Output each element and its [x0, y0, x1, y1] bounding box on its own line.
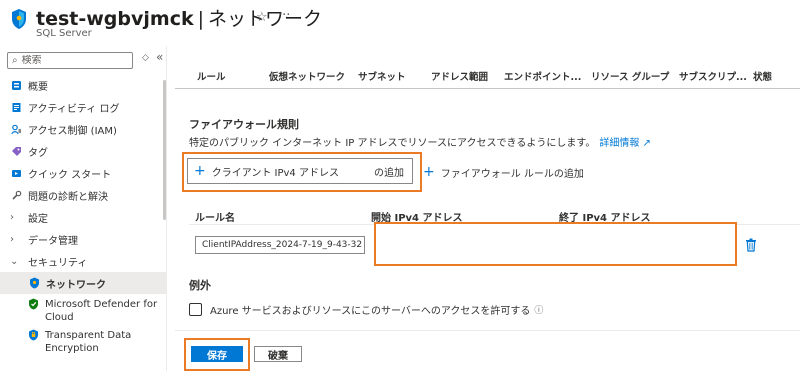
sidebar-item-label: Transparent Data Encryption	[45, 330, 132, 354]
learn-more-label: 詳細情報	[599, 138, 640, 149]
wrench-icon	[10, 189, 22, 201]
sidebar-item-data-management[interactable]: › データ管理	[0, 228, 166, 250]
column-header-resource-group[interactable]: リソース グループ	[591, 69, 669, 83]
filter-toggle-icon[interactable]: ◇	[142, 53, 149, 63]
sidebar-item-label: 設定	[28, 213, 48, 225]
chevron-right-icon: ›	[10, 211, 14, 223]
allow-azure-services-checkbox[interactable]	[189, 303, 202, 316]
column-header-subnet[interactable]: サブネット	[358, 69, 406, 83]
discard-button[interactable]: 破棄	[254, 346, 302, 362]
column-header-rule[interactable]: ルール	[197, 69, 226, 83]
allow-azure-services-row: Azure サービスおよびリソースにこのサーバーへのアクセスを許可する ⓘ	[189, 302, 543, 317]
add-client-ip-button[interactable]: + クライアント IPv4 アドレス の追加	[187, 158, 413, 184]
add-firewall-rule-label: ファイアウォール ルールの追加	[440, 168, 584, 180]
sidebar-item-label: 概要	[28, 81, 48, 93]
sql-server-shield-icon	[12, 9, 26, 29]
info-icon[interactable]: ⓘ	[534, 303, 543, 316]
external-link-icon: ↗	[642, 138, 651, 149]
plus-icon: +	[194, 163, 206, 179]
quickstart-icon	[10, 167, 22, 179]
save-button[interactable]: 保存	[191, 346, 243, 362]
more-options-icon[interactable]: ···	[278, 8, 290, 23]
exceptions-title: 例外	[189, 279, 211, 292]
add-firewall-rule-button[interactable]: + ファイアウォール ルールの追加	[423, 164, 584, 180]
chevron-right-icon: ›	[10, 233, 14, 245]
sidebar-item-security[interactable]: ⌄ セキュリティ	[0, 250, 166, 272]
footer-divider	[175, 330, 800, 331]
sidebar-item-label: ネットワーク	[46, 279, 106, 291]
sidebar-item-quickstart[interactable]: クイック スタート	[0, 162, 166, 184]
resource-name: test-wgbvjmck	[36, 8, 194, 30]
sidebar-divider	[166, 46, 167, 371]
sidebar-item-settings[interactable]: › 設定	[0, 206, 166, 228]
main-content: ルール 仮想ネットワーク サブネット アドレス範囲 エンドポイント... リソー…	[175, 46, 800, 371]
column-header-subscription[interactable]: サブスクリプ...	[679, 69, 747, 83]
learn-more-link[interactable]: 詳細情報 ↗	[599, 138, 651, 149]
plus-icon: +	[423, 164, 435, 180]
page-header: test-wgbvjmck | ネットワーク ☆ ··· SQL Server	[0, 0, 800, 44]
sidebar-nav: 概要 アクティビティ ログ アクセス制御 (IAM) タグ クイック スタート	[0, 74, 166, 356]
rule-name-input[interactable]	[195, 236, 365, 254]
table-divider	[175, 88, 800, 89]
favorite-star-icon[interactable]: ☆	[256, 10, 268, 25]
sidebar-item-label: Microsoft Defender for Cloud	[45, 299, 158, 323]
sidebar-item-defender[interactable]: Microsoft Defender for Cloud	[0, 294, 166, 325]
add-client-ip-suffix: の追加	[374, 167, 404, 179]
search-icon: ⌕	[12, 55, 18, 66]
column-header-rule-name: ルール名	[195, 213, 235, 224]
sidebar-item-label: クイック スタート	[28, 169, 112, 181]
tag-icon	[10, 145, 22, 157]
description-text: 特定のパブリック インターネット IP アドレスでリソースにアクセスできるように…	[189, 138, 596, 149]
collapse-sidebar-icon[interactable]: «	[156, 50, 163, 64]
sidebar-item-label: タグ	[28, 147, 48, 159]
iam-icon	[10, 123, 22, 135]
firewall-rules-description: 特定のパブリック インターネット IP アドレスでリソースにアクセスできるように…	[189, 134, 651, 149]
sidebar: ⌕ ◇ « 概要 アクティビティ ログ アクセス制御 (IAM)	[0, 46, 166, 371]
sidebar-item-network[interactable]: ネットワーク	[0, 272, 166, 294]
sidebar-item-iam[interactable]: アクセス制御 (IAM)	[0, 118, 166, 140]
sidebar-item-diagnose[interactable]: 問題の診断と解決	[0, 184, 166, 206]
sidebar-item-label: 問題の診断と解決	[28, 191, 108, 203]
sql-server-icon	[10, 79, 22, 91]
firewall-rules-title: ファイアウォール規則	[189, 118, 299, 131]
delete-rule-trash-icon[interactable]	[745, 238, 757, 252]
sidebar-item-label: アクティビティ ログ	[28, 103, 120, 115]
sidebar-item-tags[interactable]: タグ	[0, 140, 166, 162]
activity-log-icon	[10, 101, 22, 113]
chevron-down-icon: ⌄	[10, 255, 19, 267]
highlight-ip-address-fields	[374, 222, 737, 266]
sidebar-search[interactable]: ⌕	[7, 52, 133, 69]
search-input[interactable]	[21, 55, 122, 66]
vnet-rules-table-header: ルール 仮想ネットワーク サブネット アドレス範囲 エンドポイント... リソー…	[175, 62, 800, 88]
defender-icon	[28, 298, 39, 310]
resource-type: SQL Server	[36, 28, 92, 39]
column-header-address-range[interactable]: アドレス範囲	[431, 69, 488, 83]
column-header-status[interactable]: 状態	[753, 69, 772, 83]
sidebar-item-tde[interactable]: Transparent Data Encryption	[0, 325, 166, 356]
sidebar-item-label: アクセス制御 (IAM)	[28, 125, 117, 137]
column-header-endpoint[interactable]: エンドポイント...	[504, 69, 581, 83]
column-header-vnet[interactable]: 仮想ネットワーク	[269, 69, 345, 83]
shield-icon	[28, 277, 40, 289]
allow-azure-services-label: Azure サービスおよびリソースにこのサーバーへのアクセスを許可する	[210, 306, 531, 317]
tde-icon	[28, 329, 39, 341]
title-separator: |	[197, 8, 205, 30]
sidebar-item-activity-log[interactable]: アクティビティ ログ	[0, 96, 166, 118]
sidebar-item-label: データ管理	[28, 235, 78, 247]
sidebar-item-label: セキュリティ	[28, 257, 88, 269]
add-client-ip-label: クライアント IPv4 アドレス	[211, 167, 339, 179]
sidebar-item-overview[interactable]: 概要	[0, 74, 166, 96]
